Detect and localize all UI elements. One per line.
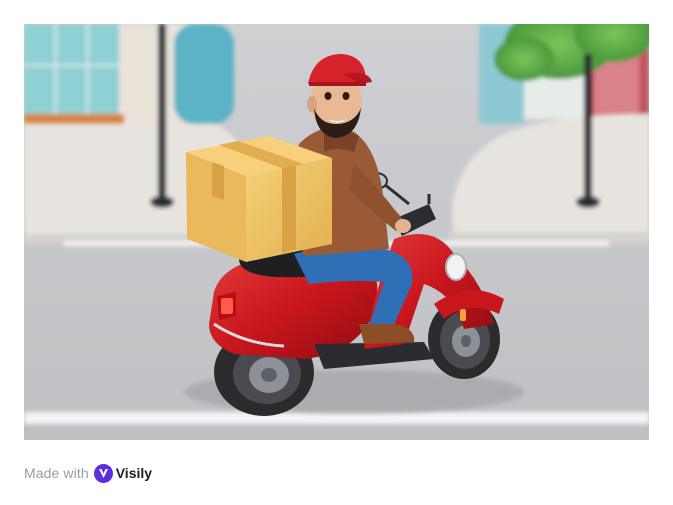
hero-image bbox=[24, 24, 649, 440]
parcel-box bbox=[186, 136, 332, 262]
visily-brand-link[interactable]: Visily bbox=[93, 463, 153, 483]
brand-name: Visily bbox=[115, 465, 153, 481]
visily-logo-icon bbox=[93, 463, 113, 483]
delivery-illustration bbox=[24, 24, 649, 440]
made-with-label: Made with bbox=[24, 465, 89, 481]
footer-made-with: Made with Visily bbox=[24, 462, 152, 484]
